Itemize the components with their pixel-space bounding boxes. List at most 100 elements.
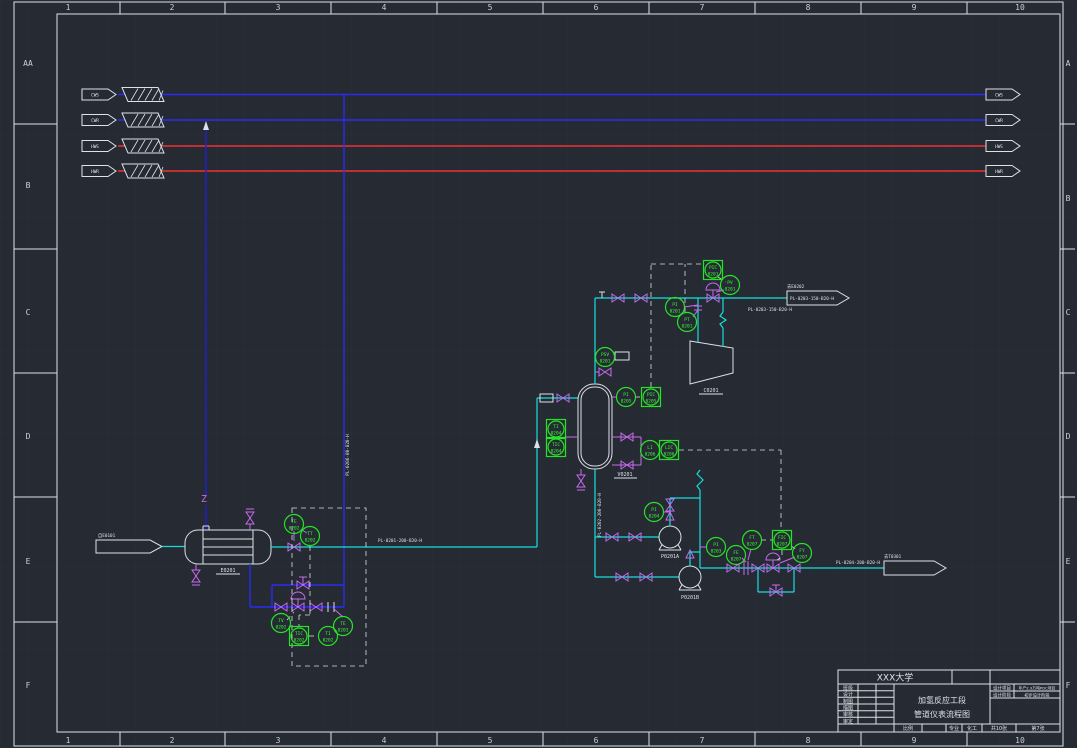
svg-text:CWR: CWR <box>91 118 99 124</box>
svg-text:9: 9 <box>912 736 917 745</box>
svg-text:自E0101: 自E0101 <box>98 532 116 539</box>
svg-text:FIC: FIC <box>778 535 786 541</box>
svg-text:0206: 0206 <box>664 452 675 458</box>
svg-text:E: E <box>1066 557 1071 566</box>
svg-text:PI: PI <box>623 392 629 398</box>
svg-text:0202: 0202 <box>294 638 305 644</box>
svg-text:8: 8 <box>806 736 811 745</box>
svg-text:LI: LI <box>647 445 653 451</box>
svg-text:5: 5 <box>488 736 493 745</box>
svg-text:0207: 0207 <box>731 557 742 563</box>
svg-text:C: C <box>1066 308 1071 317</box>
svg-text:D: D <box>26 432 31 441</box>
svg-text:0207: 0207 <box>797 555 808 561</box>
svg-text:CWS: CWS <box>91 93 99 99</box>
svg-text:HWS: HWS <box>995 144 1003 150</box>
svg-text:0201: 0201 <box>682 324 693 330</box>
svg-text:初步设计阶段: 初步设计阶段 <box>1024 692 1050 699</box>
svg-text:CWR: CWR <box>995 118 1003 124</box>
svg-text:共10张: 共10张 <box>991 725 1007 732</box>
svg-text:制图: 制图 <box>843 698 853 705</box>
svg-text:7: 7 <box>700 736 705 745</box>
svg-text:AA: AA <box>23 59 33 68</box>
svg-text:HWS: HWS <box>91 144 99 150</box>
svg-text:F: F <box>26 681 31 690</box>
svg-text:比例: 比例 <box>903 725 913 732</box>
svg-text:FY: FY <box>799 548 805 554</box>
svg-text:B: B <box>26 181 31 190</box>
svg-text:0204: 0204 <box>649 514 660 520</box>
svg-text:C0201: C0201 <box>703 388 718 394</box>
svg-text:1: 1 <box>66 736 71 745</box>
university-name: XXX大学 <box>877 672 914 684</box>
svg-text:FE: FE <box>733 550 739 556</box>
svg-text:6: 6 <box>594 736 599 745</box>
svg-text:PL-0202-200-B20-H: PL-0202-200-B20-H <box>597 493 603 537</box>
svg-text:PI: PI <box>672 302 678 308</box>
svg-text:F: F <box>1066 681 1071 690</box>
svg-text:PSV: PSV <box>601 352 609 358</box>
svg-text:8: 8 <box>806 3 811 12</box>
svg-text:0201: 0201 <box>725 287 736 293</box>
svg-text:设计项目: 设计项目 <box>993 685 1011 692</box>
svg-text:描图: 描图 <box>843 705 853 712</box>
line-break-mark: Z <box>201 494 207 505</box>
svg-text:第7张: 第7张 <box>1031 725 1044 732</box>
svg-text:FT: FT <box>749 535 755 541</box>
svg-text:审定: 审定 <box>843 718 853 725</box>
svg-text:0206: 0206 <box>645 452 656 458</box>
svg-text:去T0301: 去T0301 <box>884 553 902 560</box>
svg-text:0202: 0202 <box>305 538 316 544</box>
svg-text:审核: 审核 <box>843 711 853 718</box>
svg-text:B: B <box>1066 194 1071 203</box>
svg-text:TI: TI <box>325 631 331 637</box>
svg-text:0203: 0203 <box>338 628 349 634</box>
svg-text:2: 2 <box>170 736 175 745</box>
svg-text:PL-0203-150-B20-H: PL-0203-150-B20-H <box>790 296 834 302</box>
svg-text:设计阶段: 设计阶段 <box>993 692 1011 699</box>
svg-text:CWS: CWS <box>995 93 1003 99</box>
svg-text:0202: 0202 <box>289 526 300 532</box>
svg-text:0201: 0201 <box>600 359 611 365</box>
svg-text:年产2.3万吨PDC项目: 年产2.3万吨PDC项目 <box>1019 686 1056 691</box>
svg-text:0203: 0203 <box>711 549 722 555</box>
svg-text:3: 3 <box>276 3 281 12</box>
svg-text:PL-0206-80-B20-H: PL-0206-80-B20-H <box>345 434 351 476</box>
svg-text:PV: PV <box>727 280 733 286</box>
svg-text:LIC: LIC <box>665 445 673 451</box>
svg-text:1: 1 <box>66 3 71 12</box>
cad-drawing-canvas: 12345678910 12345678910 AABCDEF ABCDEF C… <box>0 0 1077 748</box>
svg-text:PL-0203-150-B20-H: PL-0203-150-B20-H <box>748 307 792 313</box>
svg-text:PI: PI <box>713 542 719 548</box>
svg-text:E: E <box>26 557 31 566</box>
svg-text:V0201: V0201 <box>617 472 632 478</box>
svg-text:0202: 0202 <box>276 625 287 631</box>
svg-text:3: 3 <box>276 736 281 745</box>
svg-text:0202: 0202 <box>323 638 334 644</box>
svg-text:0204: 0204 <box>551 431 562 437</box>
svg-text:PIC: PIC <box>709 265 717 271</box>
svg-text:化工: 化工 <box>967 725 977 732</box>
svg-text:9: 9 <box>912 3 917 12</box>
svg-text:设计: 设计 <box>843 691 853 698</box>
svg-text:P0201A: P0201A <box>661 554 679 560</box>
svg-text:TI: TI <box>553 424 559 430</box>
svg-text:5: 5 <box>488 3 493 12</box>
svg-text:2: 2 <box>170 3 175 12</box>
svg-text:TIC: TIC <box>552 442 560 448</box>
snap-grid <box>0 0 1077 748</box>
svg-text:班级: 班级 <box>843 685 853 692</box>
svg-text:E0201: E0201 <box>220 568 235 574</box>
svg-text:0207: 0207 <box>747 542 758 548</box>
svg-text:PL-0201-200-B20-H: PL-0201-200-B20-H <box>378 538 422 544</box>
svg-text:4: 4 <box>382 736 387 745</box>
svg-text:去E0202: 去E0202 <box>787 283 805 290</box>
svg-text:C: C <box>26 308 31 317</box>
svg-text:D: D <box>1066 432 1071 441</box>
svg-text:TV: TV <box>278 618 284 624</box>
drawing-title-line2: 管道仪表流程图 <box>914 709 970 719</box>
svg-text:0207: 0207 <box>777 542 788 548</box>
svg-text:HWR: HWR <box>91 169 99 175</box>
svg-text:PIC: PIC <box>647 392 655 398</box>
svg-text:TE: TE <box>291 519 297 525</box>
